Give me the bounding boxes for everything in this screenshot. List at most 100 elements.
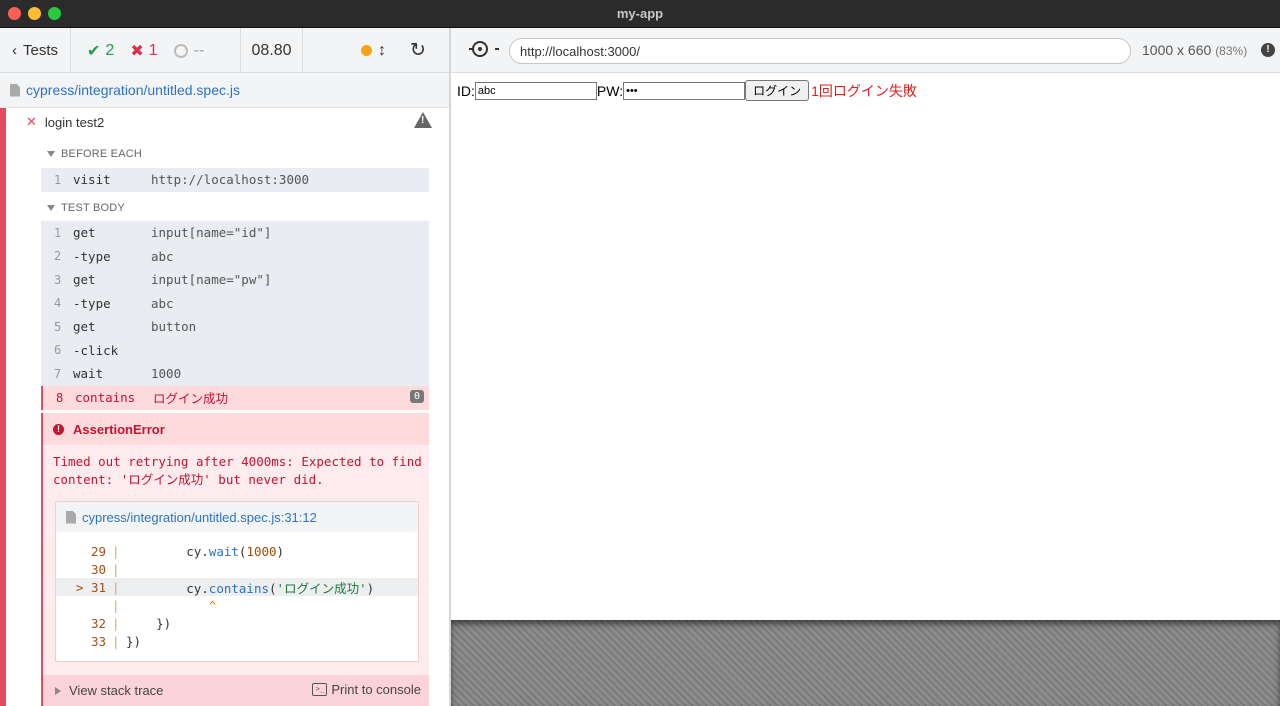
- code-frame-lines: 29 | cy.wait(1000) 30 | > 31 | cy.contains('…: [56, 532, 418, 650]
- code-text: ^: [126, 598, 217, 613]
- run-duration: 08.80: [241, 28, 303, 73]
- code-line: 29 | cy.wait(1000): [56, 542, 418, 560]
- command-message: 1000: [151, 366, 182, 382]
- print-to-console-button[interactable]: >_ Print to console: [312, 682, 421, 697]
- command-number: 7: [54, 366, 62, 381]
- failed-stat: ✖ 1: [130, 41, 157, 61]
- auto-scroll-toggle-icon[interactable]: ↕: [378, 42, 386, 60]
- command-number: 1: [54, 172, 62, 187]
- login-form: ID: PW: ログイン 1回ログイン失敗: [457, 80, 917, 101]
- view-stack-trace-toggle[interactable]: View stack trace: [69, 683, 163, 698]
- command-name: visit: [73, 172, 111, 188]
- code-line-number: 29: [75, 543, 106, 559]
- command-row[interactable]: 2 -type abc: [41, 245, 429, 269]
- code-token: ): [366, 580, 375, 596]
- spec-file-link[interactable]: cypress/integration/untitled.spec.js: [26, 82, 240, 98]
- code-frame-header: cypress/integration/untitled.spec.js:31:…: [56, 502, 418, 532]
- command-group: 5 get button 6 -click: [41, 315, 429, 363]
- code-line: 33 |}): [56, 632, 418, 650]
- command-row[interactable]: 6 -click: [41, 339, 429, 363]
- chevron-left-icon: ‹: [12, 42, 17, 59]
- code-token: wait: [208, 543, 239, 559]
- failed-x-icon: ✕: [26, 114, 37, 129]
- test-reporter: ‹ Tests ✔ 2 ✖ 1 -- 08.80 ↕ ↻ cypress/int…: [0, 28, 449, 706]
- failed-count: 1: [148, 41, 158, 59]
- error-name: AssertionError: [73, 421, 165, 437]
- login-button[interactable]: ログイン: [745, 80, 810, 101]
- code-token: cy.: [126, 543, 209, 559]
- command-row[interactable]: 1 visit http://localhost:3000: [41, 168, 429, 192]
- code-token: (: [269, 580, 277, 596]
- code-gutter-pipe: |: [112, 597, 120, 613]
- command-group: 1 get input[name="id"] 2 -type abc: [41, 221, 429, 269]
- pending-stat: --: [173, 41, 205, 60]
- id-input[interactable]: [474, 81, 597, 100]
- command-row[interactable]: 4 -type abc: [41, 292, 429, 316]
- code-token: }): [126, 633, 142, 649]
- pw-input[interactable]: [623, 81, 746, 100]
- command-number: 6: [54, 343, 62, 358]
- command-row[interactable]: 3 get input[name="pw"]: [41, 268, 429, 292]
- expand-caret-icon: [55, 686, 61, 695]
- code-line: 32 | }): [56, 614, 418, 632]
- command-name: wait: [73, 366, 104, 382]
- code-text: cy.contains('ログイン成功'): [126, 578, 374, 597]
- window-title: my-app: [616, 6, 664, 21]
- test-title-row[interactable]: ✕ login test2: [26, 114, 104, 130]
- command-name: contains: [75, 390, 136, 406]
- command-number: 5: [54, 319, 62, 334]
- command-number: 1: [54, 225, 62, 240]
- test-title: login test2: [44, 114, 105, 130]
- print-to-console-label: Print to console: [331, 682, 421, 697]
- code-line-number: 32: [75, 615, 106, 631]
- code-token: cy.: [126, 580, 209, 596]
- code-frame: cypress/integration/untitled.spec.js:31:…: [55, 501, 419, 662]
- url-bar[interactable]: http://localhost:3000/: [509, 38, 1131, 64]
- command-row[interactable]: 1 get input[name="id"]: [41, 221, 429, 245]
- code-line: | ^: [56, 596, 418, 614]
- code-text: }): [126, 616, 171, 631]
- cross-icon: ✖: [130, 42, 144, 60]
- viewport-size: 1000 x 660: [1142, 42, 1212, 58]
- viewport-overflow-area: [451, 620, 1280, 706]
- command-message: abc: [151, 248, 174, 264]
- collapse-caret-icon: [47, 205, 55, 211]
- tests-button[interactable]: ‹ Tests: [0, 28, 71, 73]
- test-stats: ✔ 2 ✖ 1 --: [71, 28, 241, 73]
- command-row[interactable]: 7 wait 1000: [41, 362, 429, 386]
- error-message: Timed out retrying after 4000ms: Expecte…: [53, 454, 422, 487]
- before-each-hook[interactable]: BEFORE EACH: [47, 148, 142, 160]
- passed-count: 2: [105, 41, 115, 59]
- warning-icon[interactable]: !: [414, 112, 432, 128]
- command-message: abc: [151, 295, 174, 311]
- code-line-number: [56, 598, 112, 613]
- rerun-tests-icon[interactable]: ↻: [410, 39, 426, 62]
- tests-label: Tests: [23, 42, 59, 59]
- selector-playground-icon[interactable]: [469, 41, 499, 57]
- code-token: 'ログイン成功': [276, 580, 367, 596]
- code-frame-file-link[interactable]: cypress/integration/untitled.spec.js:31:…: [82, 510, 317, 525]
- command-number: 8: [56, 390, 64, 405]
- viewport-info: 1000 x 660 (83%): [1142, 42, 1247, 58]
- command-row[interactable]: 5 get button: [41, 315, 429, 339]
- code-gutter-pipe: |: [112, 615, 120, 631]
- element-count-badge: 0: [409, 390, 424, 403]
- code-line-number: > 31: [75, 579, 106, 595]
- error-icon: !: [53, 423, 64, 435]
- command-message: ログイン成功: [153, 391, 229, 407]
- command-message: button: [151, 319, 197, 335]
- failed-test-stripe: [0, 108, 6, 706]
- failed-command-row[interactable]: 8 contains ログイン成功 0: [41, 386, 429, 410]
- file-icon: [66, 510, 76, 524]
- command-name: get: [73, 225, 96, 241]
- info-icon[interactable]: !: [1261, 43, 1275, 57]
- reporter-controls: ↕ ↻: [303, 28, 449, 73]
- before-each-commands: 1 visit http://localhost:3000: [41, 168, 429, 193]
- pending-count: --: [193, 41, 205, 59]
- test-body-hook[interactable]: TEST BODY: [47, 202, 125, 214]
- running-indicator-icon: [361, 45, 372, 56]
- code-line-number: 33: [75, 633, 106, 649]
- spec-file-bar: cypress/integration/untitled.spec.js: [0, 73, 449, 108]
- code-token: ): [276, 543, 285, 559]
